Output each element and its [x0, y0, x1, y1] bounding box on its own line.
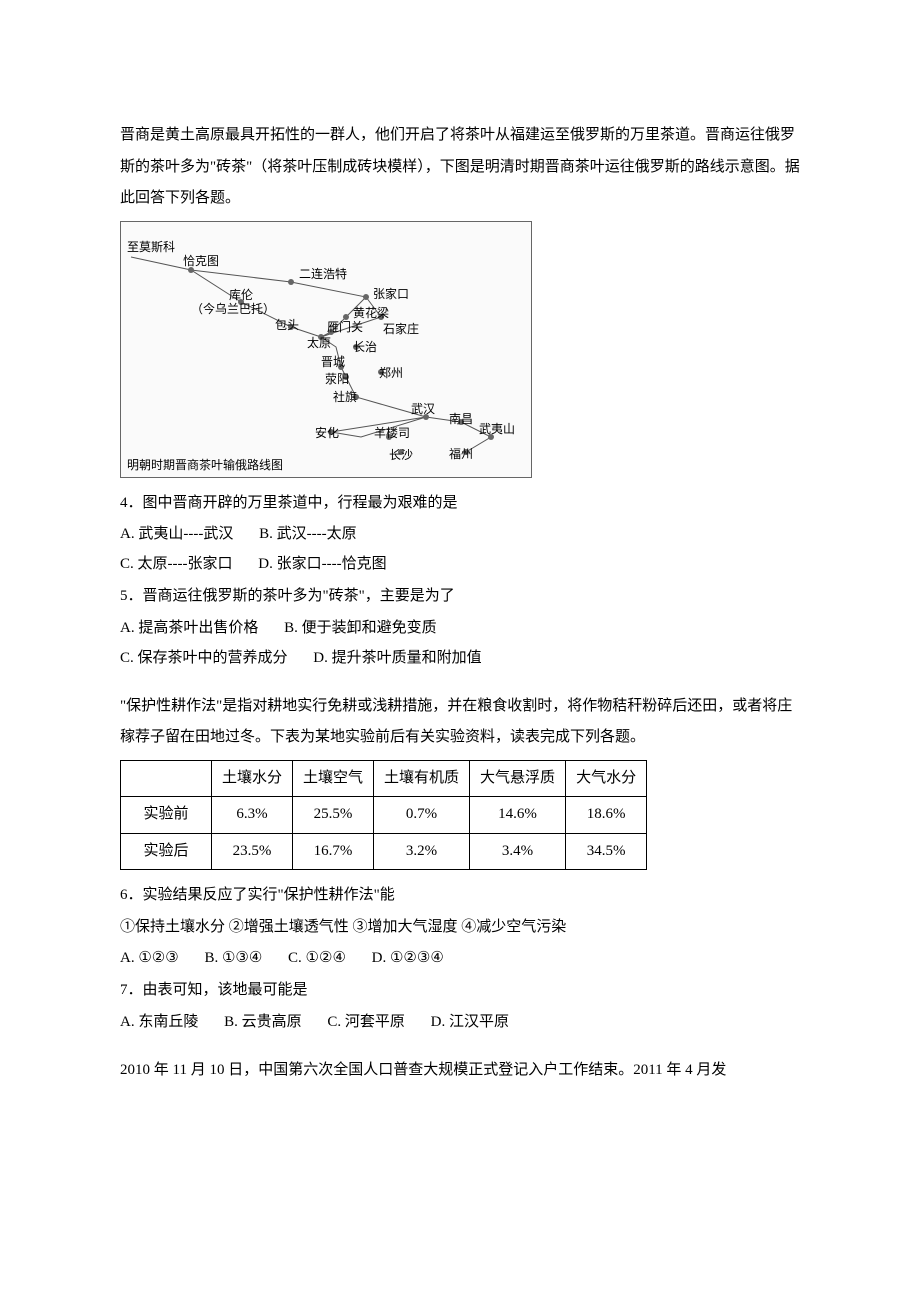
lbl-shijiazhuang: 石家庄: [383, 322, 419, 336]
lbl-fuzhou: 福州: [449, 447, 473, 461]
lbl-baotou: 包头: [275, 318, 299, 332]
map-title: 明朝时期晋商茶叶输俄路线图: [127, 458, 283, 472]
q5-stem: 5．晋商运往俄罗斯的茶叶多为"砖茶"，主要是为了: [120, 581, 800, 613]
q6-opt-a: A. ①②③: [120, 943, 179, 973]
q6-stem: 6．实验结果反应了实行"保护性耕作法"能: [120, 880, 800, 912]
lbl-moscow: 至莫斯科: [127, 240, 175, 254]
q6-opt-c: C. ①②④: [288, 943, 346, 973]
lbl-huanghualiang: 黄花梁: [353, 306, 389, 320]
q7-opt-d: D. 江汉平原: [431, 1007, 509, 1037]
lbl-kulun-note: （今乌兰巴托）: [191, 302, 275, 316]
q4-stem: 4．图中晋商开辟的万里茶道中，行程最为艰难的是: [120, 488, 800, 520]
table-row: 实验前 6.3% 25.5% 0.7% 14.6% 18.6%: [121, 797, 647, 834]
row-after-label: 实验后: [121, 833, 212, 870]
th-blank: [121, 760, 212, 797]
lbl-zhangjiakou: 张家口: [373, 287, 409, 301]
q6-opt-d: D. ①②③④: [372, 943, 444, 973]
lbl-xingyang: 荥阳: [325, 372, 349, 386]
q5-opt-a: A. 提高茶叶出售价格: [120, 613, 258, 643]
table-header-row: 土壤水分 土壤空气 土壤有机质 大气悬浮质 大气水分: [121, 760, 647, 797]
q5-opt-b: B. 便于装卸和避免变质: [284, 613, 437, 643]
question-5: 5．晋商运往俄罗斯的茶叶多为"砖茶"，主要是为了 A. 提高茶叶出售价格 B. …: [120, 581, 800, 673]
q7-opt-c: C. 河套平原: [327, 1007, 405, 1037]
lbl-changzhi: 长治: [353, 340, 377, 354]
tea-route-map: 至莫斯科 恰克图 二连浩特 库伦 （今乌兰巴托） 张家口 黄花梁 包头 雁门关 …: [120, 221, 532, 478]
lbl-sheqi: 社旗: [333, 390, 357, 404]
th-soil-moisture: 土壤水分: [212, 760, 293, 797]
th-soil-air: 土壤空气: [293, 760, 374, 797]
lbl-qiaketu: 恰克图: [183, 254, 219, 268]
lbl-wuyishan: 武夷山: [479, 422, 515, 436]
q7-stem: 7．由表可知，该地最可能是: [120, 975, 800, 1007]
lbl-yanmenguan: 雁门关: [327, 320, 363, 334]
experiment-table: 土壤水分 土壤空气 土壤有机质 大气悬浮质 大气水分 实验前 6.3% 25.5…: [120, 760, 647, 871]
lbl-anhua: 安化: [315, 426, 339, 440]
passage-3: 2010 年 11 月 10 日，中国第六次全国人口普查大规模正式登记入户工作结…: [120, 1055, 800, 1087]
q4-opt-d: D. 张家口----恰克图: [258, 549, 386, 579]
q4-opt-b: B. 武汉----太原: [259, 519, 357, 549]
lbl-taiyuan: 太原: [307, 336, 331, 350]
lbl-erlian: 二连浩特: [299, 267, 347, 281]
lbl-nanchang: 南昌: [449, 412, 473, 426]
q4-opt-c: C. 太原----张家口: [120, 549, 233, 579]
lbl-yanglou: 羊楼司: [374, 426, 410, 440]
lbl-zhengzhou: 郑州: [379, 366, 403, 380]
q7-opt-b: B. 云贵高原: [224, 1007, 302, 1037]
row-before-label: 实验前: [121, 797, 212, 834]
lbl-changsha: 长沙: [389, 448, 413, 462]
question-4: 4．图中晋商开辟的万里茶道中，行程最为艰难的是 A. 武夷山----武汉 B. …: [120, 488, 800, 580]
q6-opt-b: B. ①③④: [204, 943, 262, 973]
th-air-moisture: 大气水分: [566, 760, 647, 797]
th-soil-organic: 土壤有机质: [374, 760, 470, 797]
question-6: 6．实验结果反应了实行"保护性耕作法"能 ①保持土壤水分 ②增强土壤透气性 ③增…: [120, 880, 800, 973]
q6-items: ①保持土壤水分 ②增强土壤透气性 ③增加大气湿度 ④减少空气污染: [120, 912, 800, 944]
passage-2: "保护性耕作法"是指对耕地实行免耕或浅耕措施，并在粮食收割时，将作物秸秆粉碎后还…: [120, 691, 800, 754]
lbl-kulun: 库伦: [229, 288, 253, 302]
table-row: 实验后 23.5% 16.7% 3.2% 3.4% 34.5%: [121, 833, 647, 870]
lbl-wuhan: 武汉: [411, 402, 435, 416]
q7-opt-a: A. 东南丘陵: [120, 1007, 198, 1037]
passage-1: 晋商是黄土高原最具开拓性的一群人，他们开启了将茶叶从福建运至俄罗斯的万里茶道。晋…: [120, 120, 800, 215]
question-7: 7．由表可知，该地最可能是 A. 东南丘陵 B. 云贵高原 C. 河套平原 D.…: [120, 975, 800, 1037]
q5-opt-c: C. 保存茶叶中的营养成分: [120, 643, 288, 673]
q5-opt-d: D. 提升茶叶质量和附加值: [313, 643, 481, 673]
q4-opt-a: A. 武夷山----武汉: [120, 519, 233, 549]
th-air-particulate: 大气悬浮质: [470, 760, 566, 797]
lbl-jincheng: 晋城: [321, 355, 345, 369]
